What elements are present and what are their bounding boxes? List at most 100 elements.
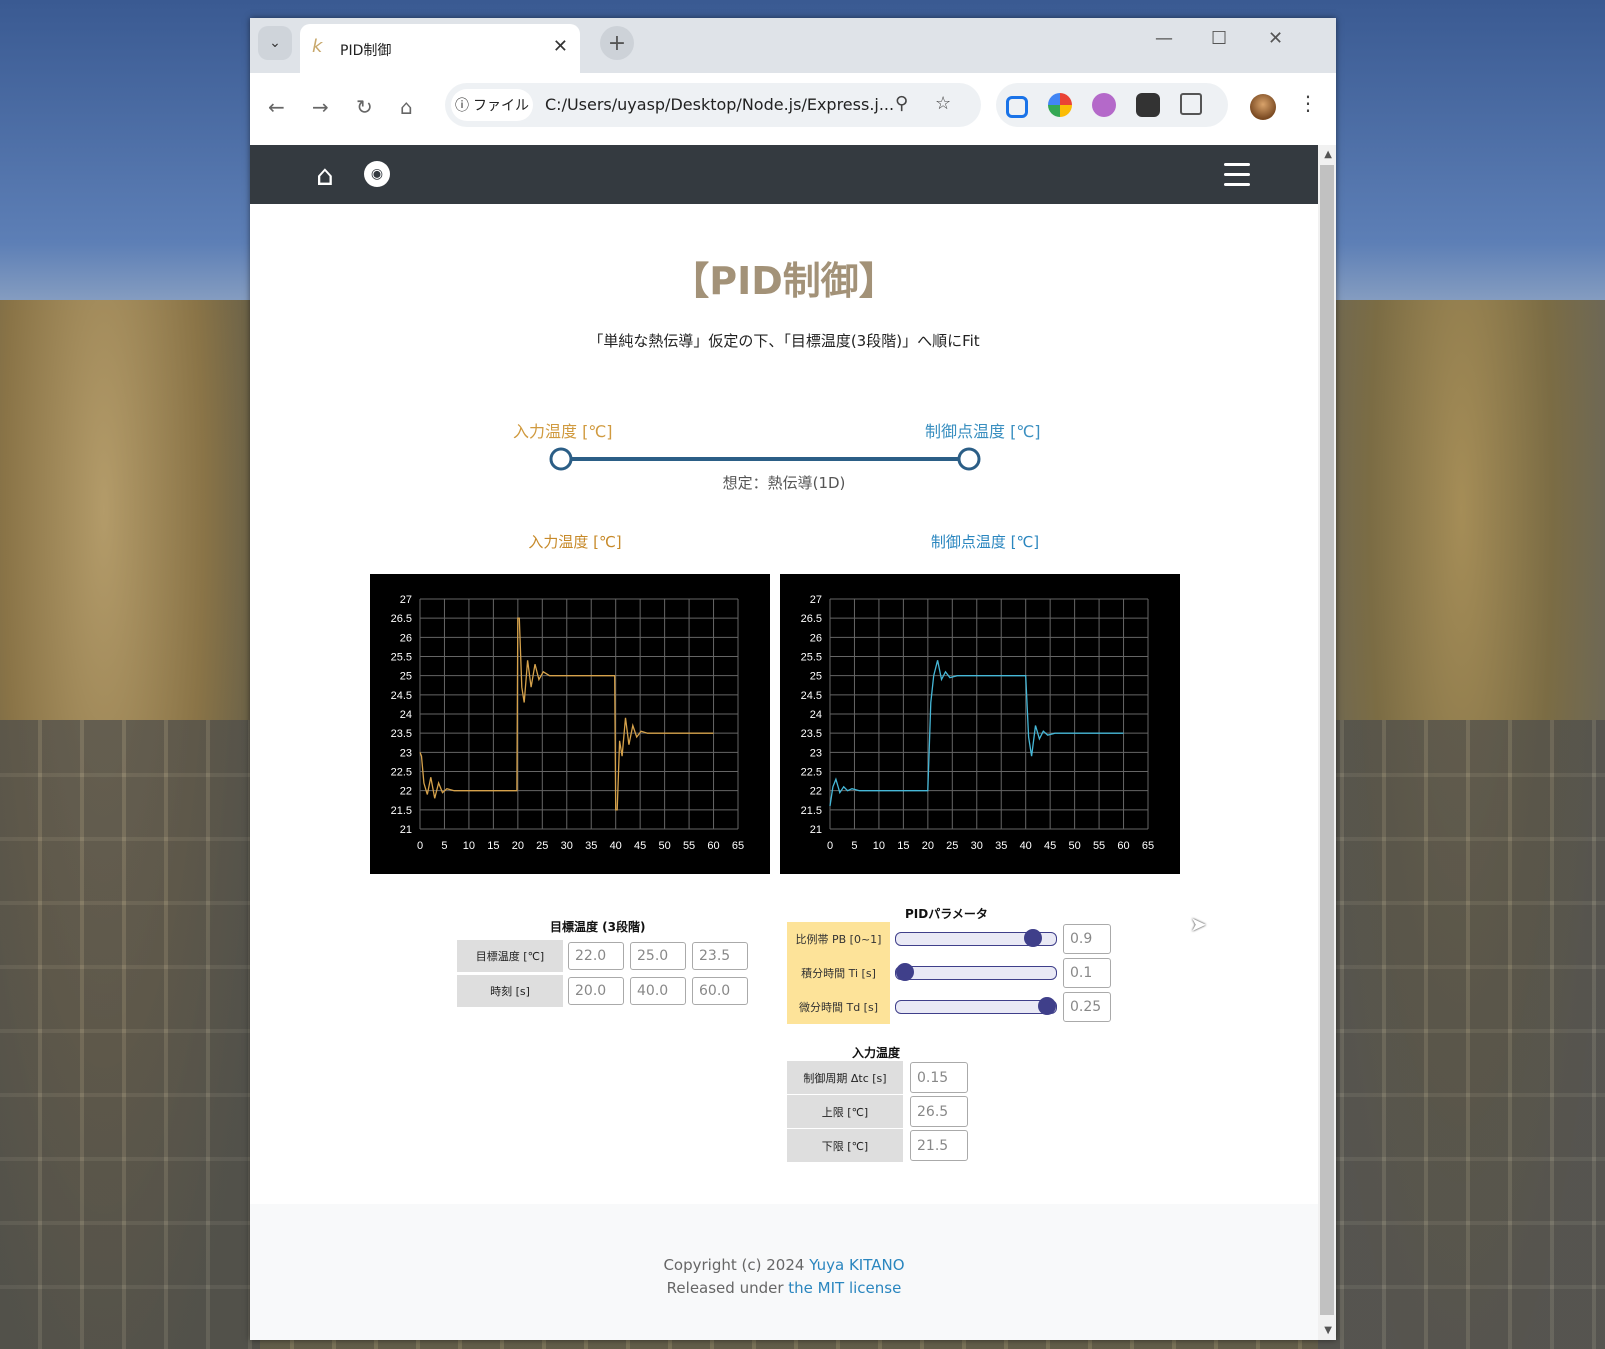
scroll-up-icon[interactable]: ▲ [1324, 149, 1332, 160]
scroll-down-icon[interactable]: ▼ [1324, 1325, 1332, 1336]
vertical-scrollbar[interactable]: ▲ ▼ [1318, 145, 1336, 1340]
y-tick-label: 27 [400, 594, 412, 606]
time-row-label: 時刻 [s] [457, 975, 563, 1007]
input-chart-title: 入力温度 [℃] [528, 533, 622, 551]
x-tick-label: 50 [658, 840, 670, 852]
tab-strip: ⌄ k PID制御 ✕ + — ☐ ✕ [250, 18, 1336, 73]
page-footer: Copyright (c) 2024 Yuya KITANO Released … [250, 1204, 1318, 1340]
x-tick-label: 35 [585, 840, 597, 852]
screenshot-extension-icon[interactable] [1006, 96, 1028, 118]
browser-toolbar: ← → ↻ ⌂ ⓘ ファイル C:/Users/uyasp/Desktop/No… [250, 73, 1336, 146]
input-temperature-chart-svg: 27 26.5 26 25.5 25 24.5 24 23.5 23 22.5 22 21.5 21 0 5… [391, 594, 745, 852]
active-tab[interactable]: k PID制御 ✕ [300, 24, 580, 73]
target-temp-2-input[interactable] [630, 942, 686, 970]
tab-favicon-icon: k [312, 36, 323, 57]
menu-kebab-icon[interactable]: ⋮ [1298, 91, 1318, 115]
url-text[interactable]: C:/Users/uyasp/Desktop/Node.js/Express.j… [545, 95, 894, 114]
github-icon[interactable]: ◉ [364, 161, 390, 187]
page-title: 【PID制御】 [671, 259, 897, 303]
x-tick-label: 55 [683, 840, 695, 852]
hamburger-menu-icon[interactable] [1224, 163, 1250, 193]
copyright-line: Copyright (c) 2024 Yuya KITANO [250, 1256, 1318, 1274]
y-tick-label: 26 [400, 632, 412, 644]
ti-slider[interactable] [895, 963, 1057, 981]
control-period-input[interactable] [910, 1062, 968, 1093]
script-extension-icon[interactable] [1136, 93, 1160, 117]
address-bar[interactable]: ⓘ ファイル C:/Users/uyasp/Desktop/Node.js/Ex… [445, 83, 981, 127]
lr-extension-icon[interactable] [1092, 93, 1116, 117]
y-tick-label: 23 [400, 747, 412, 759]
info-icon: ⓘ [455, 98, 469, 114]
output-temperature-chart: 27 26.5 26 25.5 25 24.5 24 23.5 23 22.5 22 21.5 21 0 5… [780, 574, 1180, 874]
pb-input[interactable] [1063, 924, 1111, 954]
x-tick-label: 25 [536, 840, 548, 852]
x-tick-label: 40 [610, 840, 622, 852]
y-tick-label: 27 [810, 594, 822, 606]
output-chart-title: 制御点温度 [℃] [930, 533, 1040, 551]
copyright-text: Copyright (c) 2024 [663, 1256, 810, 1274]
td-input[interactable] [1063, 992, 1111, 1022]
new-tab-button[interactable]: + [600, 26, 634, 60]
target-temp-title: 目標温度 (3段階) [550, 920, 646, 934]
time-1-input[interactable] [568, 977, 624, 1005]
tab-title: PID制御 [340, 43, 392, 59]
x-tick-label: 15 [897, 840, 909, 852]
home-icon[interactable]: ⌂ [316, 159, 334, 192]
x-tick-label: 10 [463, 840, 475, 852]
y-tick-label: 21 [400, 824, 412, 836]
x-tick-label: 65 [1142, 840, 1154, 852]
page-viewport: ⌂ ◉ 【PID制御】 「単純な熱伝導」仮定の下、「目標温度(3段階)」へ順にF… [250, 145, 1336, 1340]
mouse-cursor-icon: ➤ [1190, 912, 1207, 936]
x-tick-label: 50 [1068, 840, 1080, 852]
y-tick-label: 24.5 [391, 690, 412, 702]
slider-knob[interactable] [1023, 929, 1042, 947]
y-tick-label: 25.5 [391, 652, 412, 664]
y-tick-label: 25 [810, 671, 822, 683]
heat-conduction-diagram [549, 447, 981, 471]
x-tick-label: 0 [417, 840, 423, 852]
home-icon[interactable]: ⌂ [400, 95, 413, 119]
minimize-icon[interactable]: — [1155, 28, 1173, 49]
upper-limit-input[interactable] [910, 1096, 968, 1127]
tab-search-button[interactable]: ⌄ [258, 26, 292, 60]
puzzle-extensions-icon[interactable] [1180, 93, 1202, 115]
site-navbar: ⌂ ◉ [250, 145, 1336, 204]
plus-icon: + [607, 30, 627, 56]
output-temperature-chart-svg: 27 26.5 26 25.5 25 24.5 24 23.5 23 22.5 22 21.5 21 0 5… [801, 594, 1155, 852]
profile-avatar[interactable] [1250, 94, 1276, 120]
slider-knob[interactable] [896, 963, 914, 981]
time-3-input[interactable] [692, 977, 748, 1005]
ti-input[interactable] [1063, 958, 1111, 988]
y-tick-label: 22.5 [801, 767, 822, 779]
input-temp-settings-title: 入力温度 [852, 1046, 901, 1060]
reload-icon[interactable]: ↻ [356, 95, 373, 119]
close-icon[interactable]: ✕ [553, 36, 568, 57]
model-output-label: 制御点温度 [℃] [925, 422, 1041, 441]
x-tick-label: 45 [634, 840, 646, 852]
x-tick-label: 45 [1044, 840, 1056, 852]
zoom-icon[interactable]: ⚲ [895, 93, 908, 114]
y-tick-label: 25.5 [801, 652, 822, 664]
lower-limit-input[interactable] [910, 1130, 968, 1161]
pid-label: 微分時間 Td [s] [787, 990, 890, 1024]
pb-slider[interactable] [895, 929, 1057, 947]
td-slider[interactable] [895, 997, 1057, 1015]
maximize-icon[interactable]: ☐ [1211, 28, 1227, 49]
forward-arrow-icon[interactable]: → [312, 95, 329, 119]
y-tick-label: 25 [400, 671, 412, 683]
window-close-icon[interactable]: ✕ [1268, 28, 1283, 49]
time-2-input[interactable] [630, 977, 686, 1005]
pid-label: 比例帯 PB [0~1] [787, 922, 890, 956]
license-link[interactable]: the MIT license [788, 1279, 901, 1297]
back-arrow-icon[interactable]: ← [268, 95, 285, 119]
target-temp-row-label: 目標温度 [℃] [457, 940, 563, 972]
target-temp-3-input[interactable] [692, 942, 748, 970]
target-temp-1-input[interactable] [568, 942, 624, 970]
y-tick-label: 26.5 [391, 613, 412, 625]
site-info-chip[interactable]: ⓘ ファイル [451, 89, 533, 121]
scrollbar-thumb[interactable] [1320, 165, 1334, 1315]
color-picker-extension-icon[interactable] [1048, 93, 1072, 117]
author-link[interactable]: Yuya KITANO [809, 1256, 904, 1274]
slider-knob[interactable] [1038, 997, 1056, 1015]
bookmark-star-icon[interactable]: ☆ [935, 93, 951, 114]
